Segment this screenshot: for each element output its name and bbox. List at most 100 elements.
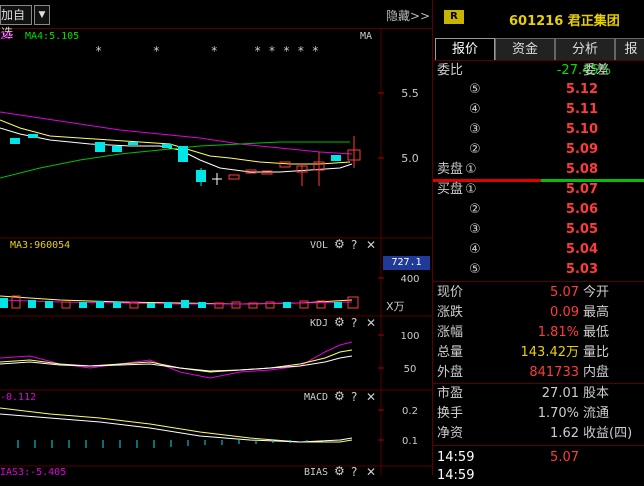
stat-label: 现价: [437, 285, 464, 300]
tab-analysis[interactable]: 分析: [555, 38, 615, 60]
stock-title: 601216 君正集团: [509, 14, 620, 29]
tick-row: 14:59: [433, 466, 644, 486]
gear-icon[interactable]: ⚙: [334, 315, 345, 329]
stat-value: 143.42万: [520, 345, 580, 360]
buy-level-row: ⑤ 5.03: [433, 260, 644, 280]
gear-icon[interactable]: ⚙: [334, 237, 345, 251]
macd-panel-name: MACD: [304, 392, 329, 403]
level-price: 5.11: [565, 102, 598, 117]
ma4-label: MA4:5.105: [25, 31, 80, 42]
ma-tag: MA: [360, 31, 373, 42]
vol-unit-label: X万: [386, 300, 405, 313]
stat-value: 27.01: [541, 386, 579, 401]
level-index: ①: [465, 182, 477, 197]
sell-level-row: ② 5.09: [433, 140, 644, 160]
weibi-row: 委比 -27.45% 委差: [433, 61, 644, 81]
bias-panel-name: BIAS: [304, 467, 329, 478]
kdj-line: [0, 341, 353, 379]
stat-label: 换手: [437, 406, 464, 421]
stat-label: 内盘: [583, 365, 610, 380]
vol-panel-name: VOL: [310, 240, 329, 251]
gear-icon[interactable]: ⚙: [334, 464, 345, 478]
macd-axis-label: 0.1: [402, 436, 418, 447]
stat-label: 涨跌: [437, 305, 464, 320]
level-index: ⑤: [469, 262, 481, 277]
quote-tabs: 报价 资金 分析 报: [433, 38, 644, 60]
help-icon[interactable]: ?: [351, 316, 357, 330]
tab-funds[interactable]: 资金: [495, 38, 555, 60]
level-price: 5.08: [565, 162, 598, 177]
level-price: 5.06: [565, 202, 598, 217]
signal-markers: * * * * * * * *: [95, 44, 319, 58]
macd-axis-label: 0.2: [402, 406, 418, 417]
tick-time: 14:59: [437, 468, 475, 483]
stat-label: 涨幅: [437, 325, 464, 340]
level-price: 5.07: [565, 182, 598, 197]
buy-level-row: ② 5.06: [433, 200, 644, 220]
margin-badge: R: [444, 10, 464, 24]
stat-row: 外盘 841733 内盘: [433, 363, 644, 383]
level-index: ⑤: [469, 82, 481, 97]
ma-line: [0, 111, 353, 155]
sell-level-row: ⑤ 5.12: [433, 80, 644, 100]
price-tick-label: 5.5: [401, 87, 419, 100]
level-index: ①: [465, 162, 477, 177]
kline-chart-pane[interactable]: 加自选 ▼ 隐藏>> 5.5 5.0 400 100 50 0.2 0.1 20…: [0, 0, 432, 479]
level-price: 5.03: [565, 262, 598, 277]
buy-level-row: ③ 5.05: [433, 220, 644, 240]
weicha-label: 委差: [583, 63, 610, 78]
stat-label: 收益(四): [583, 426, 633, 441]
stat-label: 今开: [583, 285, 610, 300]
help-icon[interactable]: ?: [351, 238, 357, 252]
vol-ma3-label: MA3:960054: [10, 240, 71, 251]
vol-axis-label: 400: [400, 274, 419, 285]
quote-panel: R 601216 君正集团 报价 资金 分析 报 委比 -27.45% 委差 ⑤…: [432, 0, 644, 483]
stat-label: 最高: [583, 305, 610, 320]
kdj-line: [0, 349, 353, 373]
stat-row: 涨跌 0.09 最高: [433, 303, 644, 323]
level-price: 5.10: [565, 122, 598, 137]
quote-header: R 601216 君正集团: [433, 0, 644, 36]
close-icon[interactable]: ✕: [366, 316, 376, 330]
buy-level-row: ④ 5.04: [433, 240, 644, 260]
weibi-label: 委比: [437, 63, 464, 78]
close-icon[interactable]: ✕: [366, 465, 376, 479]
help-icon[interactable]: ?: [351, 465, 357, 479]
level-price: 5.05: [565, 222, 598, 237]
stat-value: 0.09: [550, 305, 579, 320]
stat-label: 流通: [583, 406, 610, 421]
ma-line: [0, 141, 350, 179]
sell-label: 卖盘: [437, 162, 464, 177]
stat-row: 换手 1.70% 流通: [433, 404, 644, 424]
level-index: ③: [469, 222, 481, 237]
level-price: 5.09: [565, 142, 598, 157]
tab-quote[interactable]: 报价: [435, 38, 495, 60]
close-icon[interactable]: ✕: [366, 238, 376, 252]
stat-label: 量比: [583, 345, 610, 360]
stat-row: 净资 1.62 收益(四): [433, 424, 644, 444]
kdj-axis-label: 50: [404, 364, 417, 375]
gear-icon[interactable]: ⚙: [334, 389, 345, 403]
macd-dea-line: [0, 407, 353, 443]
close-icon[interactable]: ✕: [366, 390, 376, 404]
stat-label: 总量: [437, 345, 464, 360]
stat-value: 1.70%: [537, 406, 579, 421]
help-icon[interactable]: ?: [351, 390, 357, 404]
stat-row: 市盈 27.01 股本: [433, 384, 644, 404]
stat-label: 净资: [437, 426, 464, 441]
stat-label: 最低: [583, 325, 610, 340]
buy-label: 买盘: [437, 182, 464, 197]
stat-label: 市盈: [437, 386, 464, 401]
price-tick-label: 5.0: [401, 152, 419, 165]
macd-left-value: -0.112: [0, 392, 37, 403]
sell-level-row: ④ 5.11: [433, 100, 644, 120]
stat-value: 5.07: [550, 285, 579, 300]
stat-label: 股本: [583, 386, 610, 401]
level-index: ④: [469, 102, 481, 117]
level-index: ④: [469, 242, 481, 257]
tick-row: 14:59 5.07: [433, 448, 644, 468]
stat-value: 841733: [529, 365, 579, 380]
vol-current-value: 727.1: [383, 256, 430, 270]
stat-value: 1.81%: [537, 325, 579, 340]
tab-report[interactable]: 报: [615, 38, 644, 60]
